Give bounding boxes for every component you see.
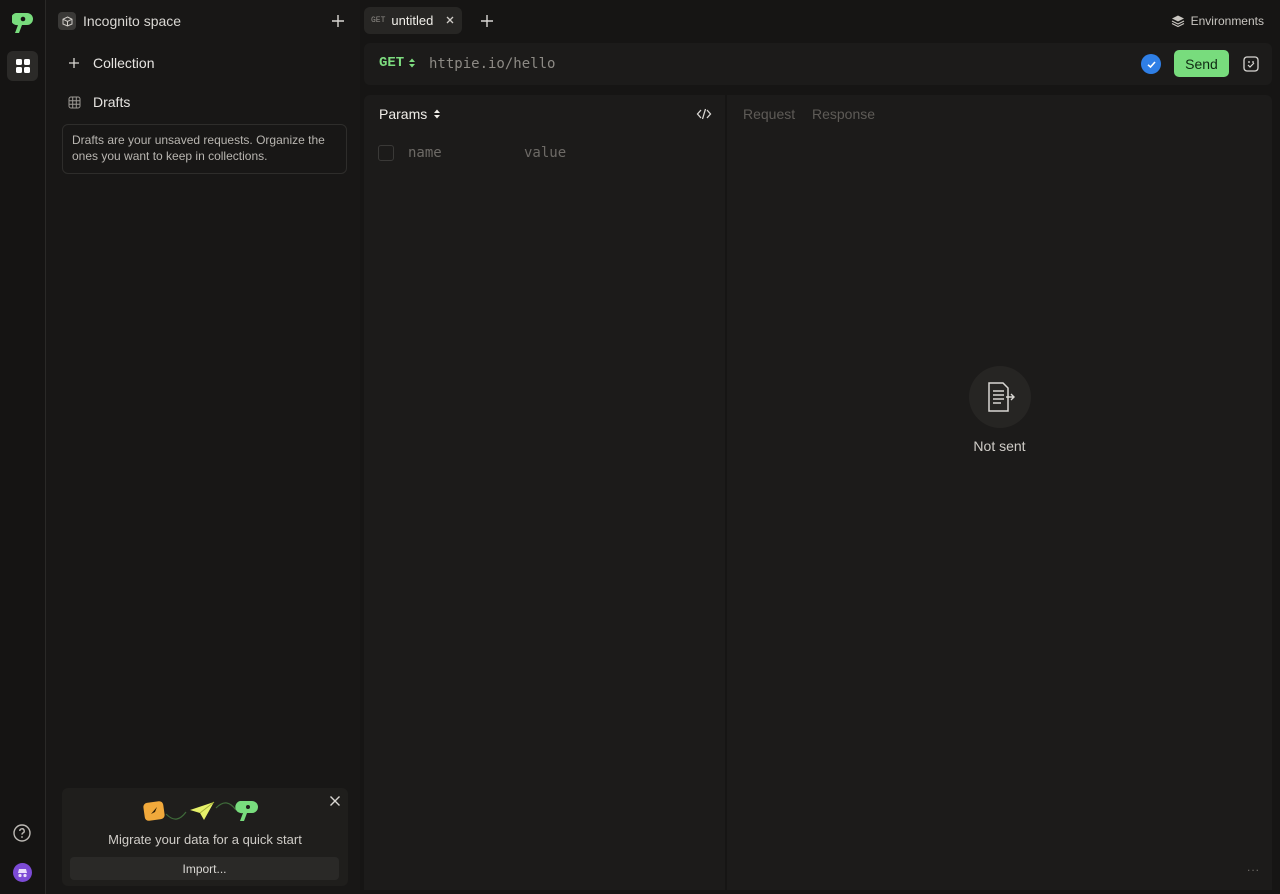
close-icon[interactable] bbox=[444, 14, 456, 26]
sidebar-item-label: Drafts bbox=[93, 94, 131, 110]
tab-request[interactable]: Request bbox=[743, 106, 795, 122]
param-row: name value bbox=[378, 143, 708, 163]
space-title: Incognito space bbox=[83, 13, 182, 29]
sort-icon bbox=[434, 109, 441, 119]
left-rail bbox=[0, 0, 46, 894]
params-title: Params bbox=[379, 106, 428, 122]
params-selector[interactable]: Params bbox=[379, 106, 441, 122]
migrate-text: Migrate your data for a quick start bbox=[108, 832, 302, 847]
tab-title: untitled bbox=[391, 13, 434, 28]
url-bar: GET Send bbox=[364, 43, 1272, 85]
sidebar-item-drafts[interactable]: Drafts bbox=[66, 91, 130, 113]
tab-response[interactable]: Response bbox=[812, 106, 875, 122]
url-input[interactable] bbox=[429, 54, 1129, 74]
help-icon[interactable] bbox=[13, 824, 31, 842]
sidebar-item-label: Collection bbox=[93, 55, 155, 71]
grid-icon bbox=[66, 94, 82, 110]
sidebar: Incognito space Collection Drafts Drafts… bbox=[46, 0, 360, 894]
paper-plane-icon bbox=[190, 801, 215, 820]
params-panel: Params name value bbox=[364, 95, 725, 890]
not-sent-label: Not sent bbox=[973, 438, 1026, 454]
grid-icon bbox=[15, 59, 30, 73]
layers-icon bbox=[1171, 15, 1184, 28]
param-name-input[interactable]: name bbox=[408, 145, 524, 161]
code-view-icon[interactable] bbox=[696, 107, 712, 121]
avatar[interactable] bbox=[13, 863, 32, 882]
send-button[interactable]: Send bbox=[1174, 50, 1229, 77]
app-window: Incognito space Collection Drafts Drafts… bbox=[0, 0, 1280, 894]
request-tab[interactable]: GET untitled bbox=[364, 7, 462, 34]
source-app-icon bbox=[143, 801, 165, 821]
add-tab-button[interactable] bbox=[477, 11, 497, 31]
param-enable-checkbox[interactable] bbox=[378, 145, 394, 161]
sidebar-item-collection[interactable]: Collection bbox=[66, 52, 154, 74]
method-label: GET bbox=[379, 55, 405, 71]
add-space-button[interactable] bbox=[328, 11, 348, 31]
environments-label: Environments bbox=[1190, 14, 1264, 28]
more-options-icon[interactable]: ... bbox=[1247, 860, 1260, 874]
migrate-card: Migrate your data for a quick start Impo… bbox=[62, 788, 348, 886]
space-header[interactable]: Incognito space bbox=[58, 10, 348, 32]
import-button[interactable]: Import... bbox=[70, 857, 339, 880]
incognito-icon bbox=[18, 869, 27, 878]
sort-icon bbox=[409, 58, 416, 68]
environments-button[interactable]: Environments bbox=[1171, 11, 1264, 31]
document-icon bbox=[969, 366, 1031, 428]
migrate-illustration bbox=[142, 798, 266, 824]
plus-icon bbox=[481, 15, 493, 27]
drafts-info-note: Drafts are your unsaved requests. Organi… bbox=[62, 124, 347, 174]
param-value-input[interactable]: value bbox=[524, 145, 566, 161]
plus-icon bbox=[66, 55, 82, 71]
tab-method: GET bbox=[371, 16, 386, 25]
code-snippet-icon[interactable] bbox=[1242, 55, 1260, 73]
close-icon[interactable] bbox=[328, 794, 342, 808]
httpie-logo-icon[interactable] bbox=[10, 11, 34, 35]
response-panel: Request Response Not sent ... bbox=[727, 95, 1272, 890]
httpie-logo-icon bbox=[235, 801, 258, 821]
cube-icon bbox=[58, 12, 76, 30]
plus-icon bbox=[332, 15, 344, 27]
check-icon[interactable] bbox=[1141, 54, 1161, 74]
method-select[interactable]: GET bbox=[379, 55, 416, 71]
workspace-grid-button[interactable] bbox=[7, 51, 38, 81]
tab-bar: GET untitled Environments bbox=[360, 0, 1280, 42]
